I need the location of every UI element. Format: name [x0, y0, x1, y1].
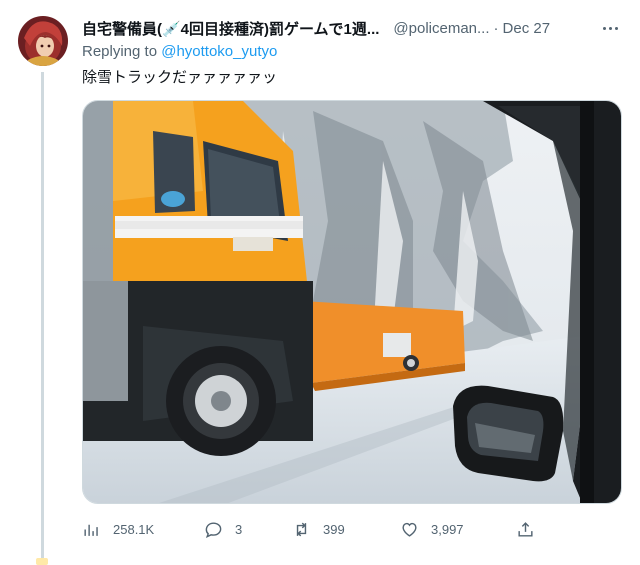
display-name[interactable]: 自宅警備員(💉4回目接種済)罰ゲームで1週...: [82, 18, 379, 39]
like-button[interactable]: 3,997: [400, 517, 464, 541]
share-button[interactable]: [516, 517, 535, 541]
tweet-header: 自宅警備員(💉4回目接種済)罰ゲームで1週... @policeman... ·…: [82, 17, 622, 39]
avatar-image: [18, 16, 68, 66]
retweet-count: 399: [323, 521, 345, 537]
replying-to-label: Replying to: [82, 43, 162, 60]
like-count: 3,997: [431, 521, 464, 537]
reply-button[interactable]: 3: [204, 517, 242, 541]
avatar[interactable]: [18, 16, 68, 66]
views-icon: [84, 524, 98, 536]
reply-icon: [205, 521, 222, 538]
views-count: 258.1K: [113, 521, 155, 537]
more-options-icon[interactable]: [599, 23, 622, 34]
tweet-actions: 258.1K 3 399 3,997: [82, 517, 552, 541]
snowplow-photo: [83, 101, 621, 503]
replying-to-link[interactable]: @hyottoko_yutyo: [161, 43, 277, 60]
heart-icon: [402, 522, 417, 537]
thread-marker: [36, 558, 48, 565]
tweet-text: 除雪トラックだァァァァァッ: [82, 69, 278, 86]
user-handle[interactable]: @policeman...: [393, 20, 489, 37]
retweet-button[interactable]: 399: [292, 517, 345, 541]
replying-to: Replying to @hyottoko_yutyo: [82, 43, 277, 60]
retweet-icon: [296, 522, 307, 536]
separator-dot: ·: [493, 19, 499, 37]
thread-line: [41, 72, 44, 562]
tweet-date[interactable]: Dec 27: [503, 20, 551, 37]
reply-count: 3: [235, 521, 243, 537]
share-icon: [518, 521, 533, 537]
views-button[interactable]: 258.1K: [82, 517, 154, 541]
tweet-media[interactable]: [82, 100, 622, 504]
